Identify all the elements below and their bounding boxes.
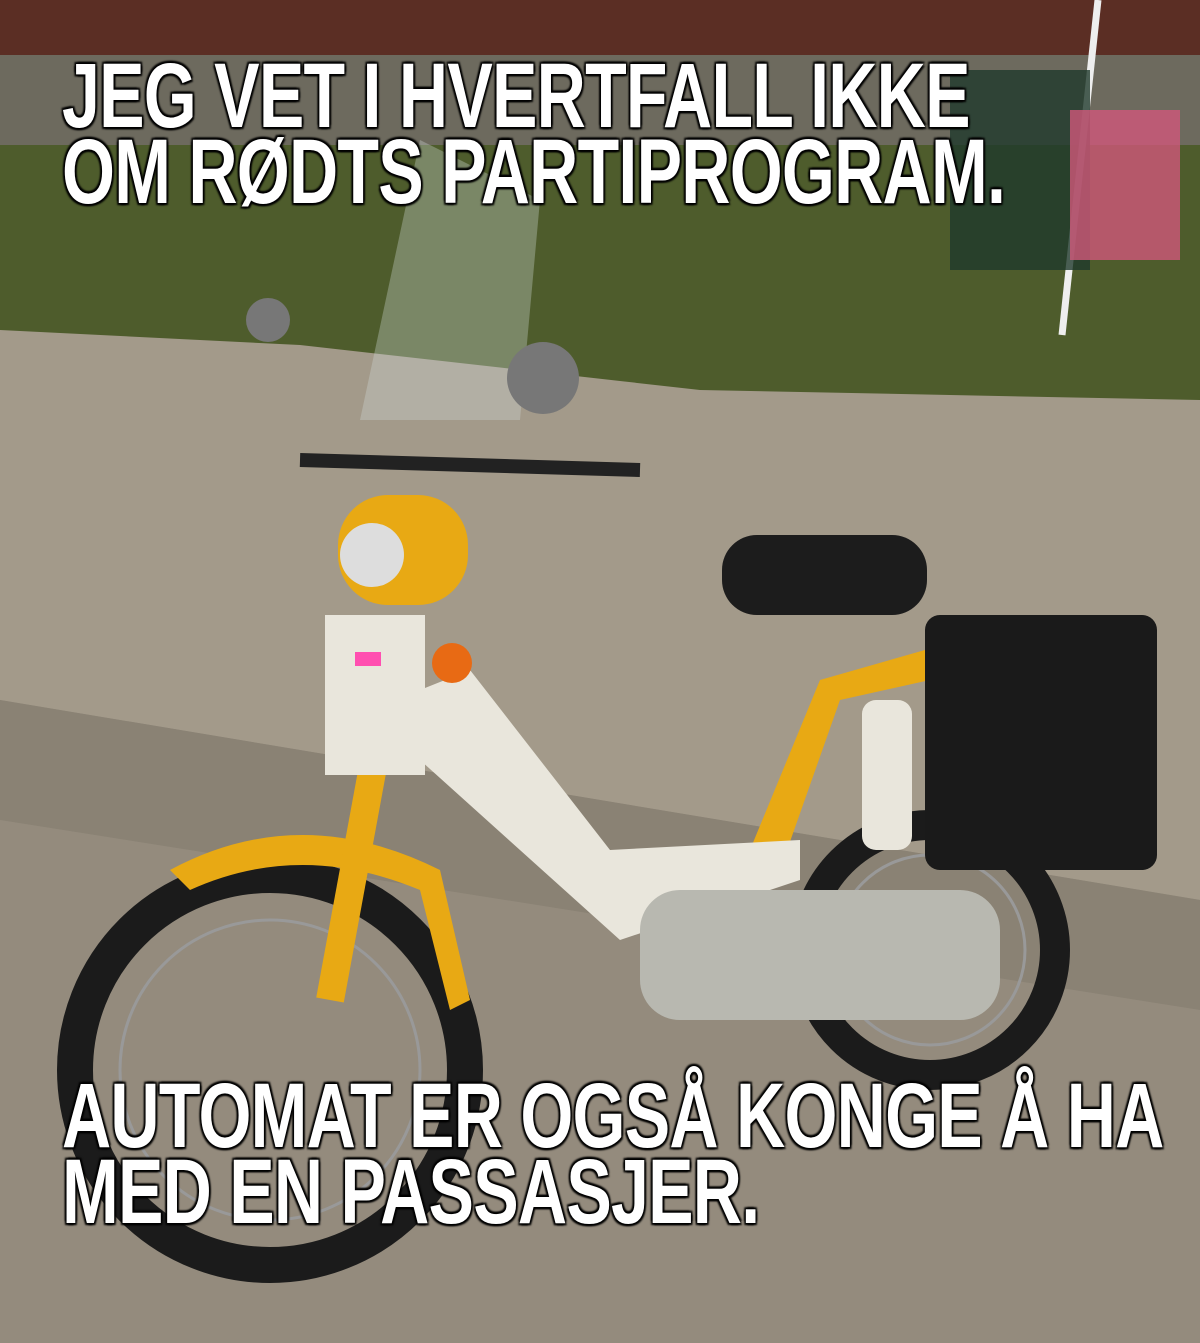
top-caption-line-2: OM RØDTS PARTIPROGRAM. xyxy=(62,121,1006,223)
handlebar xyxy=(299,453,641,477)
turn-signal xyxy=(432,643,472,683)
rear-shock xyxy=(862,700,912,850)
seat xyxy=(722,535,927,615)
meme-bottom-caption: AUTOMAT ER OGSÅ KONGE Å HA MED EN PASSAS… xyxy=(62,1070,1164,1238)
saddlebag xyxy=(925,615,1157,870)
mirror-left xyxy=(246,298,290,342)
mirror-right xyxy=(507,342,579,414)
engine-cover xyxy=(640,890,1000,1020)
meme-top-caption: JEG VET I HVERTFALL IKKE OM RØDTS PARTIP… xyxy=(62,50,1006,223)
front-panel xyxy=(325,615,425,775)
pink-chair xyxy=(1070,110,1180,260)
